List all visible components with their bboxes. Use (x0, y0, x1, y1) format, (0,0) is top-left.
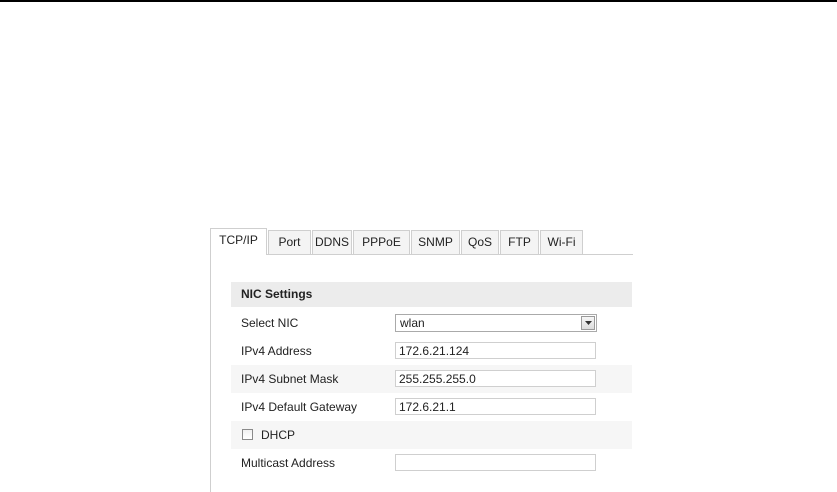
network-settings-panel: TCP/IP Port DDNS PPPoE SNMP QoS FTP Wi-F… (210, 228, 633, 492)
ipv4-subnet-mask-input[interactable] (395, 370, 596, 387)
tab-wifi[interactable]: Wi-Fi (540, 230, 583, 254)
ipv4-subnet-mask-row: IPv4 Subnet Mask (231, 365, 632, 393)
tab-tcp-ip[interactable]: TCP/IP (211, 228, 267, 255)
tab-pppoe[interactable]: PPPoE (353, 230, 410, 254)
ipv4-address-label: IPv4 Address (241, 344, 312, 358)
multicast-address-row: Multicast Address (231, 449, 632, 477)
ipv4-address-row: IPv4 Address (231, 337, 632, 365)
multicast-address-label: Multicast Address (241, 456, 336, 470)
select-nic-row: Select NIC wlan (231, 309, 632, 337)
tab-bar: TCP/IP Port DDNS PPPoE SNMP QoS FTP Wi-F… (211, 228, 633, 255)
ipv4-subnet-mask-label: IPv4 Subnet Mask (241, 372, 339, 386)
chevron-down-icon (585, 321, 592, 325)
select-nic-label: Select NIC (241, 316, 299, 330)
tab-ddns[interactable]: DDNS (312, 230, 352, 254)
ipv4-address-input[interactable] (395, 342, 596, 359)
dhcp-checkbox[interactable] (242, 429, 253, 440)
top-divider (0, 0, 837, 2)
tab-port[interactable]: Port (268, 230, 311, 254)
dhcp-label: DHCP (261, 428, 296, 442)
ipv4-default-gateway-row: IPv4 Default Gateway (231, 393, 632, 421)
ipv4-default-gateway-input[interactable] (395, 398, 596, 415)
tab-ftp[interactable]: FTP (500, 230, 539, 254)
nic-settings-header: NIC Settings (231, 282, 632, 307)
dhcp-row: DHCP (231, 421, 632, 449)
select-nic-dropdown[interactable]: wlan (395, 314, 597, 332)
ipv4-default-gateway-label: IPv4 Default Gateway (241, 400, 358, 414)
tab-qos[interactable]: QoS (461, 230, 499, 254)
tab-snmp[interactable]: SNMP (411, 230, 460, 254)
multicast-address-input[interactable] (395, 454, 596, 471)
dropdown-arrow-button[interactable] (581, 316, 595, 330)
select-nic-value: wlan (400, 316, 425, 330)
